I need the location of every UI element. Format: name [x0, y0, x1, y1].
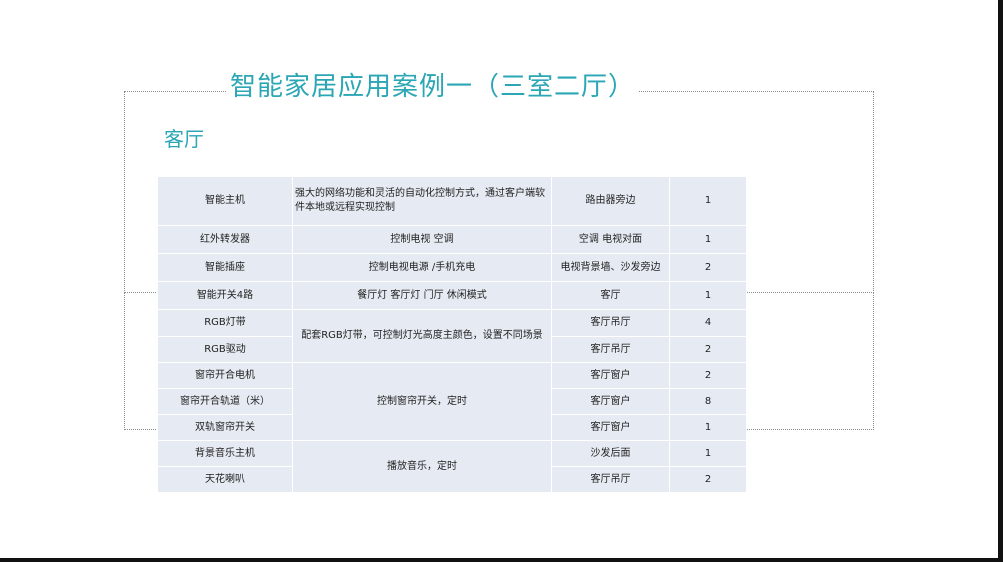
- device-location: 客厅吊厅: [551, 309, 670, 337]
- table-row: 智能主机 强大的网络功能和灵活的自动化控制方式，通过客户端软件本地或远程实现控制…: [157, 176, 747, 226]
- device-description: 餐厅灯 客厅灯 门厅 休闲模式: [292, 281, 552, 310]
- device-location: 客厅窗户: [551, 414, 670, 441]
- device-name: 窗帘开合轨道（米）: [157, 388, 293, 415]
- device-description: 强大的网络功能和灵活的自动化控制方式，通过客户端软件本地或远程实现控制: [292, 176, 552, 226]
- slide-title: 智能家居应用案例一（三室二厅）: [226, 70, 640, 104]
- device-quantity: 2: [669, 253, 747, 282]
- device-name: RGB灯带: [157, 309, 293, 337]
- slide-right-border: [998, 0, 1003, 562]
- merged-description-music: 播放音乐，定时: [292, 440, 552, 493]
- device-description: 控制电视电源 /手机充电: [292, 253, 552, 282]
- merged-description-rgb: 配套RGB灯带，可控制灯光高度主颜色，设置不同场景: [292, 309, 552, 363]
- device-table: 智能主机 强大的网络功能和灵活的自动化控制方式，通过客户端软件本地或远程实现控制…: [157, 176, 747, 493]
- device-location: 客厅: [551, 281, 670, 310]
- table-row: 红外转发器 控制电视 空调 空调 电视对面 1: [157, 225, 747, 254]
- device-location: 客厅窗户: [551, 362, 670, 389]
- device-quantity: 2: [669, 466, 747, 493]
- device-name: 智能插座: [157, 253, 293, 282]
- device-name: 天花喇叭: [157, 466, 293, 493]
- device-quantity: 2: [669, 362, 747, 389]
- device-location: 客厅窗户: [551, 388, 670, 415]
- device-name: 红外转发器: [157, 225, 293, 254]
- table-row: 背景音乐主机 播放音乐，定时 沙发后面 1: [157, 440, 747, 493]
- table-row: 智能开关4路 餐厅灯 客厅灯 门厅 休闲模式 客厅 1: [157, 281, 747, 310]
- merged-description-curtain: 控制窗帘开关，定时: [292, 362, 552, 441]
- device-location: 空调 电视对面: [551, 225, 670, 254]
- device-location: 电视背景墙、沙发旁边: [551, 253, 670, 282]
- device-location: 客厅吊厅: [551, 466, 670, 493]
- device-name: RGB驱动: [157, 336, 293, 363]
- device-location: 路由器旁边: [551, 176, 670, 226]
- device-name: 双轨窗帘开关: [157, 414, 293, 441]
- section-subtitle: 客厅: [164, 127, 204, 151]
- device-quantity: 1: [669, 281, 747, 310]
- slide-bottom-border: [0, 558, 1003, 562]
- device-quantity: 1: [669, 176, 747, 226]
- device-quantity: 8: [669, 388, 747, 415]
- device-name: 背景音乐主机: [157, 440, 293, 467]
- device-quantity: 4: [669, 309, 747, 337]
- device-quantity: 2: [669, 336, 747, 363]
- table-row: RGB灯带 配套RGB灯带，可控制灯光高度主颜色，设置不同场景 客厅吊厅 4: [157, 309, 747, 363]
- device-quantity: 1: [669, 414, 747, 441]
- device-quantity: 1: [669, 440, 747, 467]
- device-name: 窗帘开合电机: [157, 362, 293, 389]
- table-row: 智能插座 控制电视电源 /手机充电 电视背景墙、沙发旁边 2: [157, 253, 747, 282]
- device-description: 控制电视 空调: [292, 225, 552, 254]
- table-row: 窗帘开合电机 控制窗帘开关，定时 客厅窗户 2: [157, 362, 747, 441]
- device-name: 智能主机: [157, 176, 293, 226]
- device-location: 客厅吊厅: [551, 336, 670, 363]
- device-name: 智能开关4路: [157, 281, 293, 310]
- device-quantity: 1: [669, 225, 747, 254]
- device-location: 沙发后面: [551, 440, 670, 467]
